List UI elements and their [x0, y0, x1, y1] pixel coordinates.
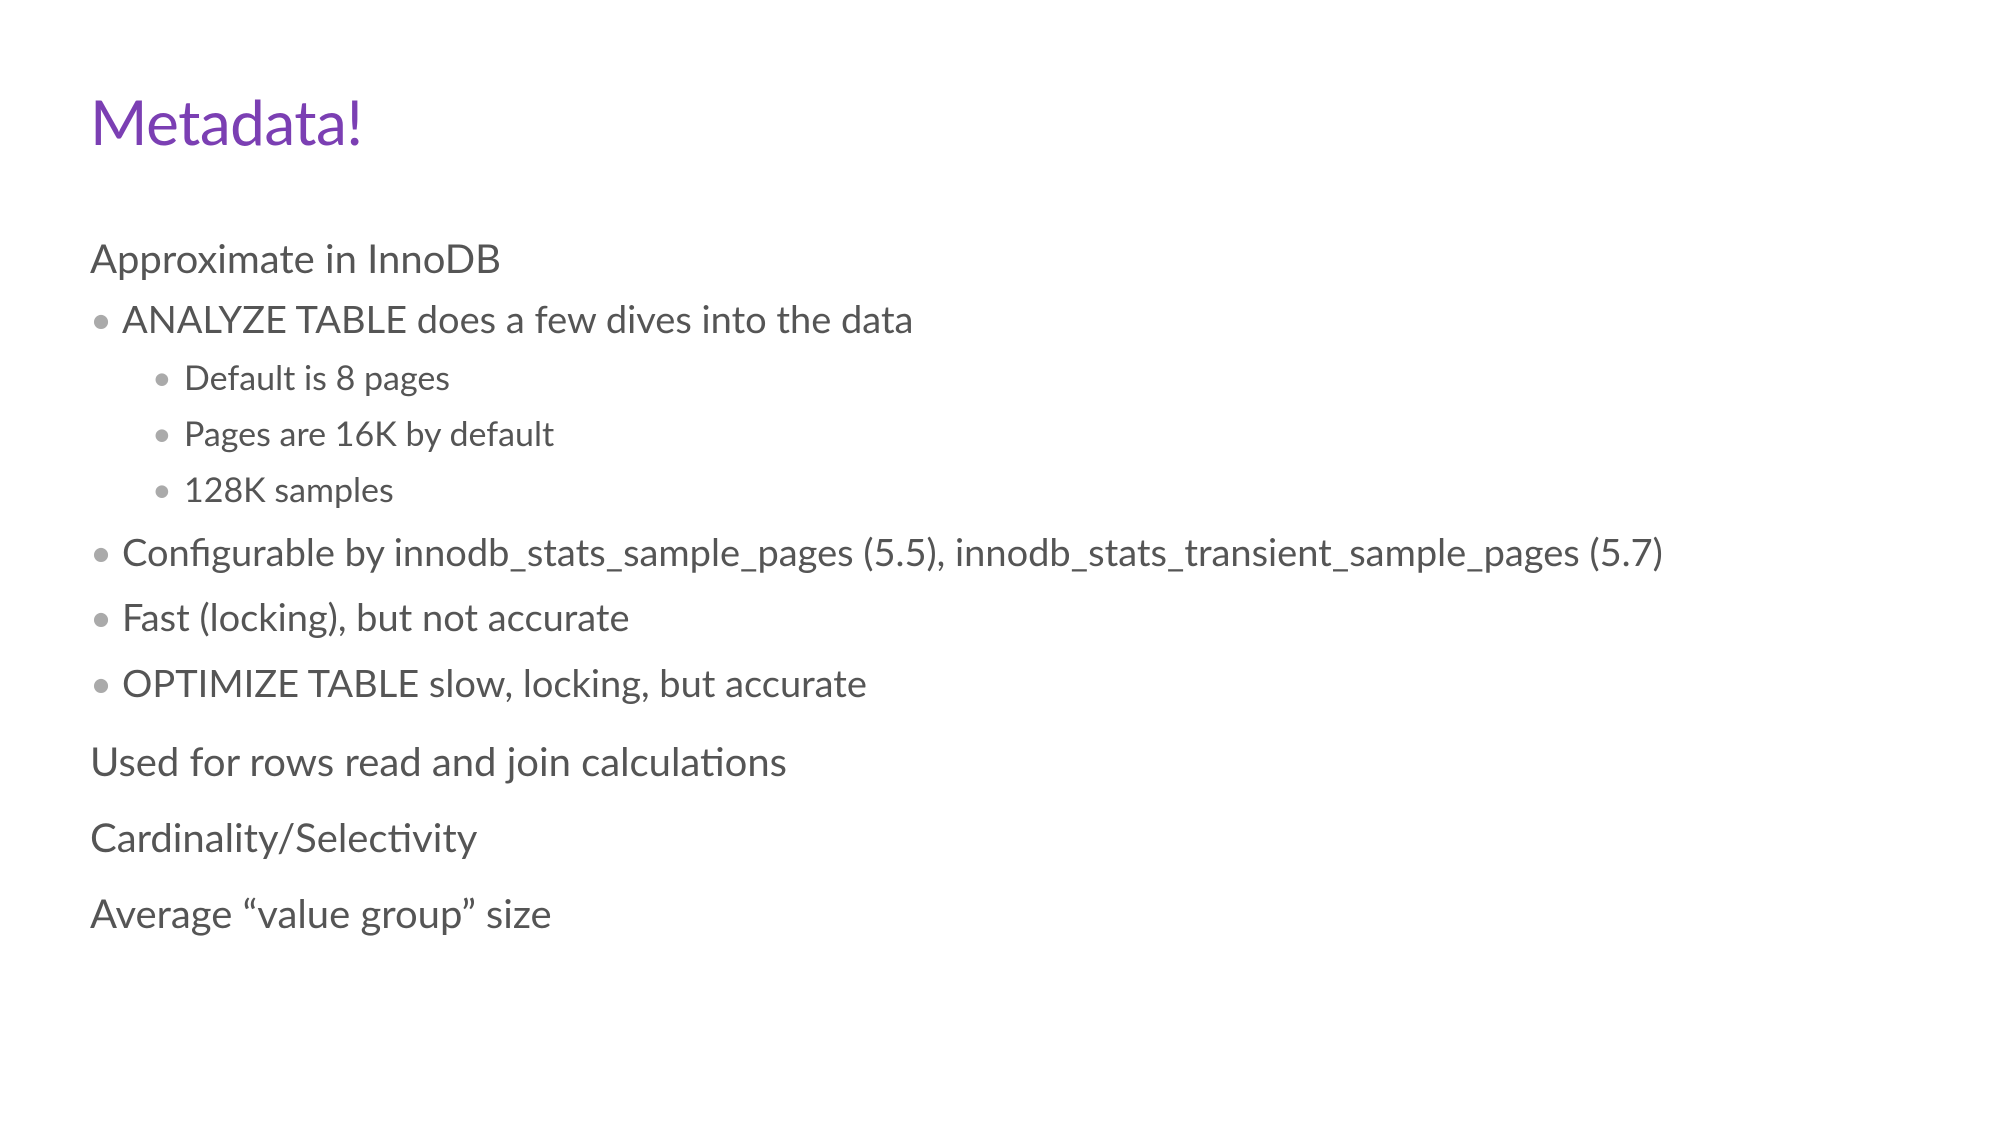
section-heading-3: Average “value group” size [90, 889, 1910, 937]
section-heading-2: Cardinality/Selectivity [90, 813, 1910, 861]
list-item: Fast (locking), but not accurate [90, 592, 1910, 643]
bullet-list-0: ANALYZE TABLE does a few dives into the … [90, 294, 1910, 709]
slide-title: Metadata! [90, 85, 1910, 159]
list-item: Default is 8 pages [152, 355, 1910, 401]
list-item: 128K samples [152, 467, 1910, 513]
list-item: Pages are 16K by default [152, 411, 1910, 457]
sub-bullet-list: Default is 8 pages Pages are 16K by defa… [122, 355, 1910, 513]
list-item: Configurable by innodb_stats_sample_page… [90, 527, 1910, 578]
list-item: OPTIMIZE TABLE slow, locking, but accura… [90, 658, 1910, 709]
list-item: ANALYZE TABLE does a few dives into the … [90, 294, 1910, 513]
bullet-text: ANALYZE TABLE does a few dives into the … [122, 296, 913, 342]
section-heading-1: Used for rows read and join calculations [90, 737, 1910, 785]
section-heading-0: Approximate in InnoDB [90, 234, 1910, 282]
